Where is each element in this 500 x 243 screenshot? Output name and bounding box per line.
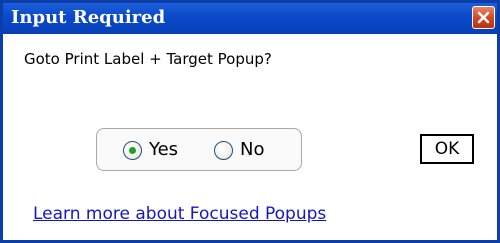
title-bar[interactable]: Input Required bbox=[3, 3, 497, 34]
radio-label-yes: Yes bbox=[149, 139, 179, 160]
radio-label-no: No bbox=[240, 139, 265, 160]
input-required-dialog: Input Required Goto Print Label + Target… bbox=[0, 0, 500, 243]
prompt-question: Goto Print Label + Target Popup? bbox=[24, 50, 272, 68]
radio-option-no[interactable]: No bbox=[214, 139, 264, 161]
radio-selected-icon[interactable] bbox=[123, 140, 142, 160]
dialog-title: Input Required bbox=[11, 7, 166, 28]
close-icon bbox=[477, 11, 490, 24]
learn-more-link[interactable]: Learn more about Focused Popups bbox=[33, 204, 326, 224]
ok-button[interactable]: OK bbox=[420, 134, 474, 164]
radio-unselected-icon[interactable] bbox=[214, 140, 233, 160]
yes-no-radio-group: Yes No bbox=[96, 128, 302, 171]
close-button[interactable] bbox=[472, 6, 495, 29]
radio-option-yes[interactable]: Yes bbox=[123, 139, 178, 161]
